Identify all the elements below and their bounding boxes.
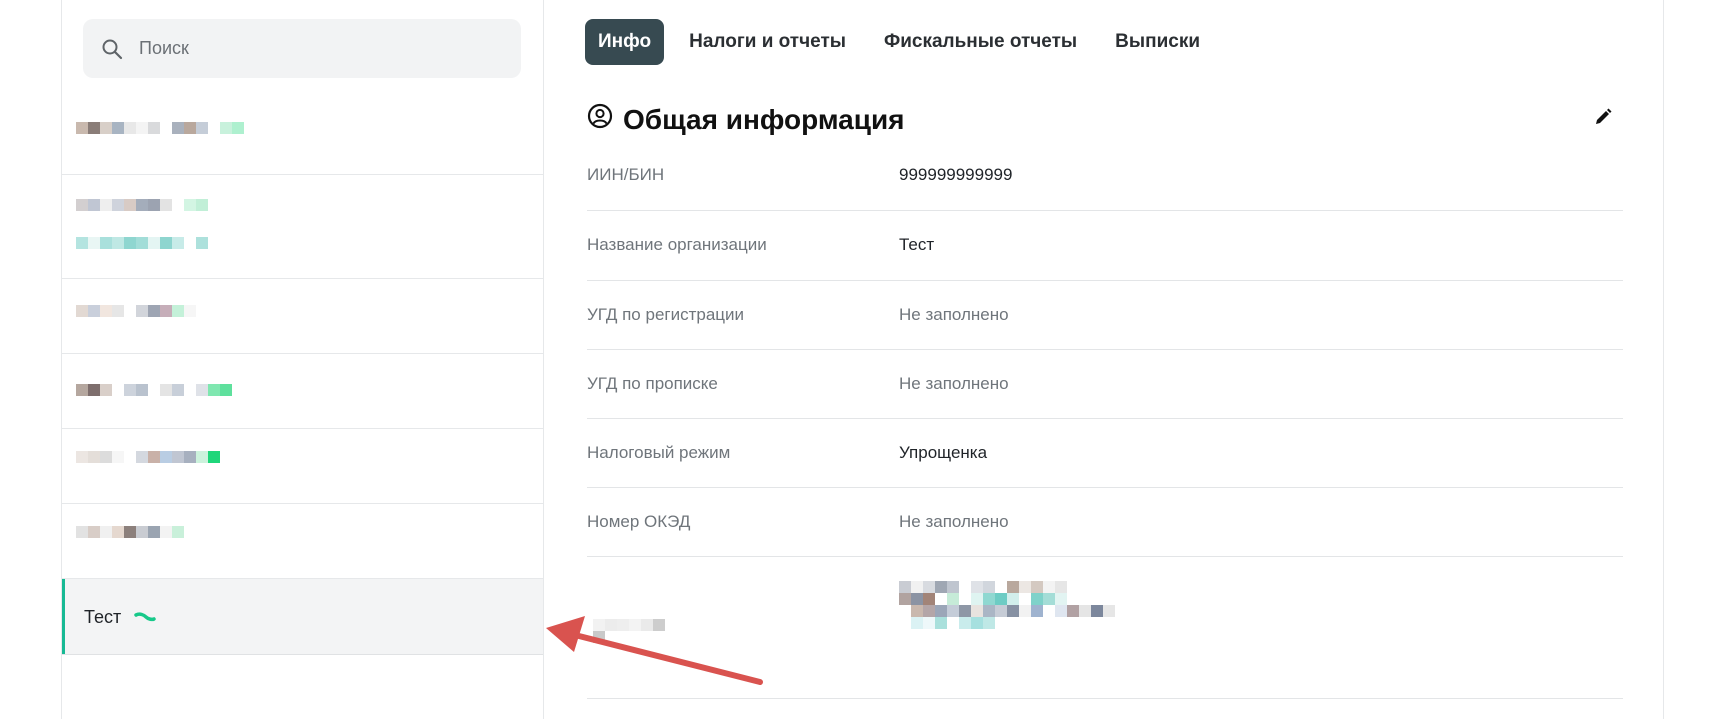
sidebar-item[interactable] <box>62 504 543 579</box>
info-row-org-name: Название организации Тест <box>587 211 1623 281</box>
sidebar-item[interactable] <box>62 175 543 279</box>
status-mark-icon <box>134 610 156 628</box>
redacted-text <box>76 122 276 134</box>
field-label: ИИН/БИН <box>587 165 665 184</box>
field-label: УГД по регистрации <box>587 305 745 324</box>
info-row-redacted <box>587 557 1623 699</box>
redacted-text <box>76 199 266 211</box>
field-label: Номер ОКЭД <box>587 512 691 531</box>
tab-info[interactable]: Инфо <box>585 19 665 65</box>
sidebar-item-label: Тест <box>84 607 122 627</box>
section-header: Общая информация <box>587 103 905 136</box>
info-row-iin: ИИН/БИН 999999999999 <box>587 155 1623 211</box>
tab-taxes-reports[interactable]: Налоги и отчеты <box>676 19 859 65</box>
sidebar-item[interactable] <box>62 78 543 175</box>
field-value: Не заполнено <box>899 305 1009 324</box>
tab-statements[interactable]: Выписки <box>1102 19 1213 65</box>
info-row-ugd-residence: УГД по прописке Не заполнено <box>587 350 1623 419</box>
search-icon <box>101 38 123 60</box>
redacted-text <box>76 526 236 538</box>
field-value: Не заполнено <box>899 512 1009 531</box>
info-row-ugd-registration: УГД по регистрации Не заполнено <box>587 281 1623 350</box>
field-value: 999999999999 <box>899 165 1013 184</box>
redacted-text <box>76 384 276 396</box>
field-value: Тест <box>899 235 935 254</box>
sidebar-item[interactable] <box>62 354 543 429</box>
field-label: Налоговый режим <box>587 443 731 462</box>
search-box[interactable] <box>83 19 521 78</box>
user-circle-icon <box>587 103 613 136</box>
field-label: Название организации <box>587 235 767 254</box>
redacted-text <box>899 581 1139 629</box>
field-label: УГД по прописке <box>587 374 718 393</box>
tab-fiscal-reports[interactable]: Фискальные отчеты <box>871 19 1090 65</box>
edit-button[interactable] <box>1590 106 1616 132</box>
redacted-text <box>593 619 673 643</box>
info-row-tax-regime: Налоговый режим Упрощенка <box>587 419 1623 488</box>
pencil-icon <box>1593 107 1613 132</box>
redacted-text <box>76 305 256 317</box>
search-input[interactable] <box>137 37 521 60</box>
frame-border-right <box>1663 0 1664 719</box>
info-row-oked: Номер ОКЭД Не заполнено <box>587 488 1623 557</box>
sidebar: Тест <box>62 0 543 719</box>
sidebar-item-active[interactable]: Тест <box>62 579 543 655</box>
section-title: Общая информация <box>623 103 905 135</box>
redacted-text <box>76 451 246 463</box>
field-value: Упрощенка <box>899 443 988 462</box>
sidebar-item[interactable] <box>62 429 543 504</box>
field-value: Не заполнено <box>899 374 1009 393</box>
sidebar-divider <box>543 0 544 719</box>
tab-bar: Инфо Налоги и отчеты Фискальные отчеты В… <box>585 19 1225 65</box>
sidebar-item[interactable] <box>62 279 543 354</box>
redacted-text <box>76 237 256 249</box>
